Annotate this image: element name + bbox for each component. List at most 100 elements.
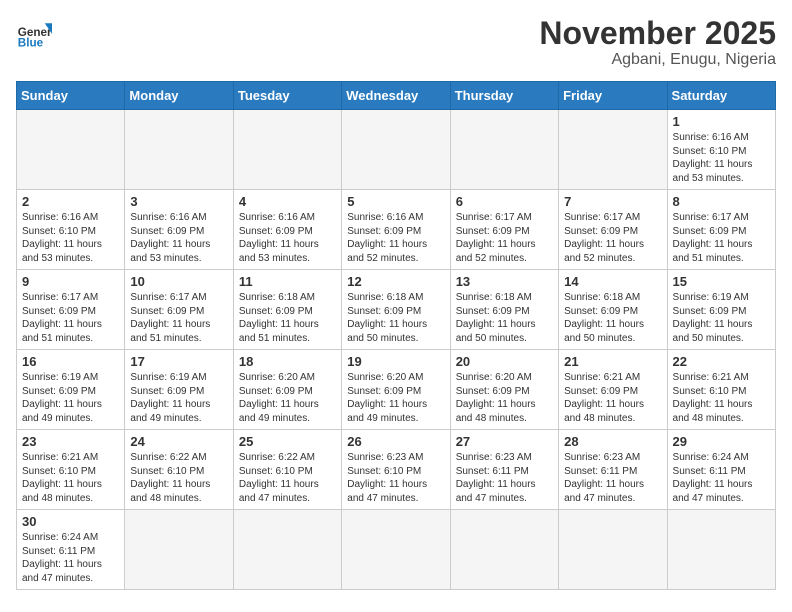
location: Agbani, Enugu, Nigeria <box>539 51 776 69</box>
day-info: Sunrise: 6:18 AM Sunset: 6:09 PM Dayligh… <box>564 291 661 345</box>
day-cell: 12 Sunrise: 6:18 AM Sunset: 6:09 PM Dayli… <box>342 270 450 350</box>
day-info: Sunrise: 6:17 AM Sunset: 6:09 PM Dayligh… <box>456 211 553 265</box>
weekday-header-thursday: Thursday <box>450 82 558 110</box>
day-info: Sunrise: 6:16 AM Sunset: 6:09 PM Dayligh… <box>239 211 336 265</box>
day-cell: 27 Sunrise: 6:23 AM Sunset: 6:11 PM Dayli… <box>450 430 558 510</box>
day-cell: 4 Sunrise: 6:16 AM Sunset: 6:09 PM Daylig… <box>233 190 341 270</box>
logo-icon: General Blue <box>16 16 52 52</box>
day-cell: 9 Sunrise: 6:17 AM Sunset: 6:09 PM Daylig… <box>17 270 125 350</box>
day-info: Sunrise: 6:18 AM Sunset: 6:09 PM Dayligh… <box>239 291 336 345</box>
day-cell <box>559 110 667 190</box>
day-number: 27 <box>456 434 553 449</box>
day-number: 16 <box>22 354 119 369</box>
week-row-5: 23 Sunrise: 6:21 AM Sunset: 6:10 PM Dayli… <box>17 430 776 510</box>
day-number: 3 <box>130 194 227 209</box>
weekday-header-tuesday: Tuesday <box>233 82 341 110</box>
day-cell <box>342 510 450 590</box>
weekday-header-sunday: Sunday <box>17 82 125 110</box>
day-number: 6 <box>456 194 553 209</box>
day-cell <box>17 110 125 190</box>
day-cell <box>233 110 341 190</box>
day-cell: 30Sunrise: 6:24 AM Sunset: 6:11 PM Dayli… <box>17 510 125 590</box>
svg-text:Blue: Blue <box>18 37 44 50</box>
week-row-1: 1 Sunrise: 6:16 AM Sunset: 6:10 PM Daylig… <box>17 110 776 190</box>
day-info: Sunrise: 6:17 AM Sunset: 6:09 PM Dayligh… <box>564 211 661 265</box>
day-info: Sunrise: 6:22 AM Sunset: 6:10 PM Dayligh… <box>130 451 227 505</box>
page-header: General Blue November 2025 Agbani, Enugu… <box>16 16 776 69</box>
day-number: 23 <box>22 434 119 449</box>
day-number: 7 <box>564 194 661 209</box>
day-info: Sunrise: 6:21 AM Sunset: 6:10 PM Dayligh… <box>22 451 119 505</box>
day-number: 20 <box>456 354 553 369</box>
day-info: Sunrise: 6:16 AM Sunset: 6:10 PM Dayligh… <box>673 131 770 185</box>
day-cell <box>125 110 233 190</box>
day-number: 28 <box>564 434 661 449</box>
day-number: 10 <box>130 274 227 289</box>
day-info: Sunrise: 6:19 AM Sunset: 6:09 PM Dayligh… <box>130 371 227 425</box>
day-cell: 25Sunrise: 6:22 AM Sunset: 6:10 PM Dayli… <box>233 430 341 510</box>
day-info: Sunrise: 6:20 AM Sunset: 6:09 PM Dayligh… <box>347 371 444 425</box>
weekday-header-wednesday: Wednesday <box>342 82 450 110</box>
day-cell: 8 Sunrise: 6:17 AM Sunset: 6:09 PM Daylig… <box>667 190 775 270</box>
day-number: 22 <box>673 354 770 369</box>
day-number: 4 <box>239 194 336 209</box>
day-info: Sunrise: 6:16 AM Sunset: 6:09 PM Dayligh… <box>347 211 444 265</box>
month-title: November 2025 <box>539 16 776 51</box>
day-cell: 23 Sunrise: 6:21 AM Sunset: 6:10 PM Dayli… <box>17 430 125 510</box>
day-info: Sunrise: 6:18 AM Sunset: 6:09 PM Dayligh… <box>347 291 444 345</box>
day-number: 8 <box>673 194 770 209</box>
day-info: Sunrise: 6:24 AM Sunset: 6:11 PM Dayligh… <box>673 451 770 505</box>
day-info: Sunrise: 6:16 AM Sunset: 6:10 PM Dayligh… <box>22 211 119 265</box>
week-row-6: 30Sunrise: 6:24 AM Sunset: 6:11 PM Dayli… <box>17 510 776 590</box>
day-cell: 14 Sunrise: 6:18 AM Sunset: 6:09 PM Dayli… <box>559 270 667 350</box>
day-number: 13 <box>456 274 553 289</box>
day-number: 14 <box>564 274 661 289</box>
day-cell: 5 Sunrise: 6:16 AM Sunset: 6:09 PM Daylig… <box>342 190 450 270</box>
day-number: 24 <box>130 434 227 449</box>
day-number: 15 <box>673 274 770 289</box>
day-number: 12 <box>347 274 444 289</box>
day-cell: 18 Sunrise: 6:20 AM Sunset: 6:09 PM Dayli… <box>233 350 341 430</box>
day-info: Sunrise: 6:16 AM Sunset: 6:09 PM Dayligh… <box>130 211 227 265</box>
day-number: 2 <box>22 194 119 209</box>
day-number: 11 <box>239 274 336 289</box>
day-number: 29 <box>673 434 770 449</box>
day-cell <box>450 510 558 590</box>
day-number: 18 <box>239 354 336 369</box>
day-cell: 7 Sunrise: 6:17 AM Sunset: 6:09 PM Daylig… <box>559 190 667 270</box>
day-number: 1 <box>673 114 770 129</box>
day-cell: 22Sunrise: 6:21 AM Sunset: 6:10 PM Dayli… <box>667 350 775 430</box>
weekday-header-friday: Friday <box>559 82 667 110</box>
day-number: 5 <box>347 194 444 209</box>
day-cell: 2 Sunrise: 6:16 AM Sunset: 6:10 PM Daylig… <box>17 190 125 270</box>
day-number: 19 <box>347 354 444 369</box>
day-cell: 28Sunrise: 6:23 AM Sunset: 6:11 PM Dayli… <box>559 430 667 510</box>
day-cell: 21Sunrise: 6:21 AM Sunset: 6:09 PM Dayli… <box>559 350 667 430</box>
day-cell: 15Sunrise: 6:19 AM Sunset: 6:09 PM Dayli… <box>667 270 775 350</box>
day-info: Sunrise: 6:20 AM Sunset: 6:09 PM Dayligh… <box>456 371 553 425</box>
day-info: Sunrise: 6:17 AM Sunset: 6:09 PM Dayligh… <box>130 291 227 345</box>
week-row-3: 9 Sunrise: 6:17 AM Sunset: 6:09 PM Daylig… <box>17 270 776 350</box>
day-info: Sunrise: 6:18 AM Sunset: 6:09 PM Dayligh… <box>456 291 553 345</box>
day-info: Sunrise: 6:20 AM Sunset: 6:09 PM Dayligh… <box>239 371 336 425</box>
day-number: 9 <box>22 274 119 289</box>
day-info: Sunrise: 6:23 AM Sunset: 6:11 PM Dayligh… <box>456 451 553 505</box>
day-cell: 6 Sunrise: 6:17 AM Sunset: 6:09 PM Daylig… <box>450 190 558 270</box>
day-cell <box>450 110 558 190</box>
weekday-header-saturday: Saturday <box>667 82 775 110</box>
day-cell: 10 Sunrise: 6:17 AM Sunset: 6:09 PM Dayli… <box>125 270 233 350</box>
day-cell: 11 Sunrise: 6:18 AM Sunset: 6:09 PM Dayli… <box>233 270 341 350</box>
day-info: Sunrise: 6:22 AM Sunset: 6:10 PM Dayligh… <box>239 451 336 505</box>
weekday-header-monday: Monday <box>125 82 233 110</box>
day-info: Sunrise: 6:23 AM Sunset: 6:10 PM Dayligh… <box>347 451 444 505</box>
day-number: 26 <box>347 434 444 449</box>
day-cell <box>125 510 233 590</box>
week-row-2: 2 Sunrise: 6:16 AM Sunset: 6:10 PM Daylig… <box>17 190 776 270</box>
calendar-table: SundayMondayTuesdayWednesdayThursdayFrid… <box>16 81 776 590</box>
day-cell: 1 Sunrise: 6:16 AM Sunset: 6:10 PM Daylig… <box>667 110 775 190</box>
day-info: Sunrise: 6:17 AM Sunset: 6:09 PM Dayligh… <box>673 211 770 265</box>
title-area: November 2025 Agbani, Enugu, Nigeria <box>539 16 776 69</box>
day-cell <box>667 510 775 590</box>
day-info: Sunrise: 6:17 AM Sunset: 6:09 PM Dayligh… <box>22 291 119 345</box>
day-info: Sunrise: 6:21 AM Sunset: 6:09 PM Dayligh… <box>564 371 661 425</box>
